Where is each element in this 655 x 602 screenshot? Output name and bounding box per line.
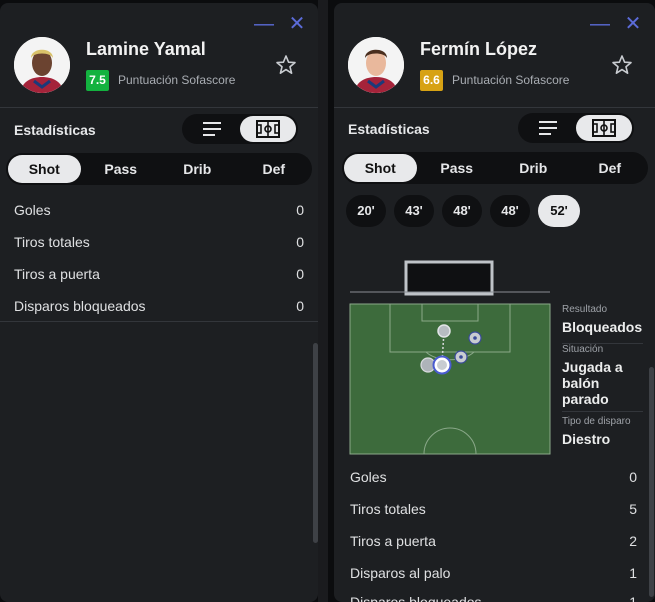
- minimize-button[interactable]: —: [590, 14, 610, 34]
- shot-type: Tipo de disparo Diestro: [562, 416, 652, 447]
- stat-label: Goles: [14, 202, 51, 218]
- stat-row-goals: Goles 0: [350, 469, 637, 485]
- tab-shot[interactable]: Shot: [344, 154, 417, 182]
- rating-badge: 6.6: [420, 70, 443, 91]
- stat-value: 0: [296, 298, 304, 314]
- section-title: Estadísticas: [348, 121, 430, 137]
- stat-row-total-shots: Tiros totales 0: [14, 234, 304, 250]
- stat-row-total-shots: Tiros totales 5: [350, 501, 637, 517]
- stat-value: 0: [629, 469, 637, 485]
- stat-label: Goles: [350, 469, 387, 485]
- shot-type-label: Tipo de disparo: [562, 416, 631, 427]
- player-avatar: [14, 37, 70, 93]
- rating-badge: 7.5: [86, 70, 109, 91]
- stat-value: 1: [629, 565, 637, 581]
- goal-frame: [404, 260, 494, 296]
- shot-minute-chip-selected[interactable]: 52': [538, 195, 580, 227]
- situation-value-line: balón: [562, 375, 600, 391]
- stat-label: Tiros totales: [14, 234, 90, 250]
- player-photo-icon: [14, 37, 70, 93]
- stat-value: 0: [296, 266, 304, 282]
- scrollbar[interactable]: [649, 367, 654, 597]
- player-name: Lamine Yamal: [86, 39, 206, 59]
- section-title: Estadísticas: [14, 122, 96, 138]
- divider: [334, 107, 655, 108]
- situation-value: Jugada a balón parado: [562, 359, 652, 407]
- shot-marker-inner: [437, 360, 447, 370]
- view-toggle: [518, 113, 634, 143]
- result-value: Bloqueados: [562, 319, 643, 335]
- tab-drib[interactable]: Drib: [161, 155, 234, 183]
- stat-row-blocked-shots: Disparos bloqueados 0: [14, 298, 304, 314]
- situation-label: Situación: [562, 344, 604, 355]
- stat-row-goals: Goles 0: [14, 202, 304, 218]
- stat-row-blocked-shots: Disparos bloqueados 1: [350, 594, 637, 602]
- favorite-star-icon[interactable]: [610, 53, 634, 77]
- shot-type-value: Diestro: [562, 431, 611, 447]
- result-label: Resultado: [562, 304, 608, 315]
- shot-result: Resultado Bloqueados: [562, 304, 652, 335]
- view-toggle: [182, 114, 298, 144]
- stat-tabs: Shot Pass Drib Def: [342, 152, 648, 184]
- tab-pass[interactable]: Pass: [85, 155, 158, 183]
- stat-value: 0: [296, 202, 304, 218]
- tab-def[interactable]: Def: [574, 154, 647, 182]
- list-view-button[interactable]: [520, 115, 576, 141]
- favorite-star-icon[interactable]: [274, 53, 298, 77]
- pitch-area: [349, 303, 551, 455]
- divider: [0, 321, 318, 322]
- scrollbar[interactable]: [313, 343, 318, 543]
- pitch-view-button[interactable]: [240, 116, 296, 142]
- player-avatar: [348, 37, 404, 93]
- pitch-icon: [592, 119, 616, 137]
- stat-value: 1: [629, 594, 637, 602]
- stat-value: 2: [629, 533, 637, 549]
- background-gap-left: [318, 0, 328, 602]
- player-panel-lamine: — ✕ Lamine Yamal 7.5 Puntuación Sofascor…: [0, 3, 318, 602]
- close-button[interactable]: ✕: [624, 14, 642, 34]
- minimize-button[interactable]: —: [254, 14, 274, 34]
- shot-minute-chip[interactable]: 48': [490, 195, 530, 227]
- tab-shot[interactable]: Shot: [8, 155, 81, 183]
- rating-label: Puntuación Sofascore: [118, 73, 236, 87]
- stat-tabs: Shot Pass Drib Def: [6, 153, 312, 185]
- stat-row-shots-on-target: Tiros a puerta 0: [14, 266, 304, 282]
- stat-value: 0: [296, 234, 304, 250]
- list-view-button[interactable]: [184, 116, 240, 142]
- pitch-icon: [256, 120, 280, 138]
- pitch-view-button[interactable]: [576, 115, 632, 141]
- shot-minute-chip[interactable]: 20': [346, 195, 386, 227]
- stat-row-woodwork: Disparos al palo 1: [350, 565, 637, 581]
- list-icon: [539, 121, 557, 135]
- divider: [0, 107, 318, 108]
- rating-label: Puntuación Sofascore: [452, 73, 570, 87]
- stat-label: Disparos al palo: [350, 565, 451, 581]
- stat-label: Tiros a puerta: [14, 266, 100, 282]
- stat-label: Disparos bloqueados: [350, 594, 482, 602]
- tab-drib[interactable]: Drib: [497, 154, 570, 182]
- player-panel-fermin: — ✕ Fermín López 6.6 Puntuación Sofascor…: [334, 3, 655, 602]
- tab-pass[interactable]: Pass: [421, 154, 494, 182]
- list-icon: [203, 122, 221, 136]
- shot-marker-dot: [473, 336, 477, 340]
- shot-marker[interactable]: [437, 324, 451, 338]
- player-name: Fermín López: [420, 39, 538, 59]
- stat-value: 5: [629, 501, 637, 517]
- shot-minute-chip[interactable]: 43': [394, 195, 434, 227]
- shot-marker-dot: [459, 355, 463, 359]
- shot-map: [349, 260, 551, 455]
- shot-situation: Situación Jugada a balón parado: [562, 344, 652, 407]
- divider: [562, 411, 643, 412]
- tab-def[interactable]: Def: [238, 155, 311, 183]
- situation-value-line: parado: [562, 391, 609, 407]
- situation-value-line: Jugada a: [562, 359, 623, 375]
- player-photo-icon: [348, 37, 404, 93]
- stat-row-shots-on-target: Tiros a puerta 2: [350, 533, 637, 549]
- stat-label: Tiros totales: [350, 501, 426, 517]
- stat-label: Disparos bloqueados: [14, 298, 146, 314]
- shot-minute-chip[interactable]: 48': [442, 195, 482, 227]
- close-button[interactable]: ✕: [288, 14, 306, 34]
- stat-label: Tiros a puerta: [350, 533, 436, 549]
